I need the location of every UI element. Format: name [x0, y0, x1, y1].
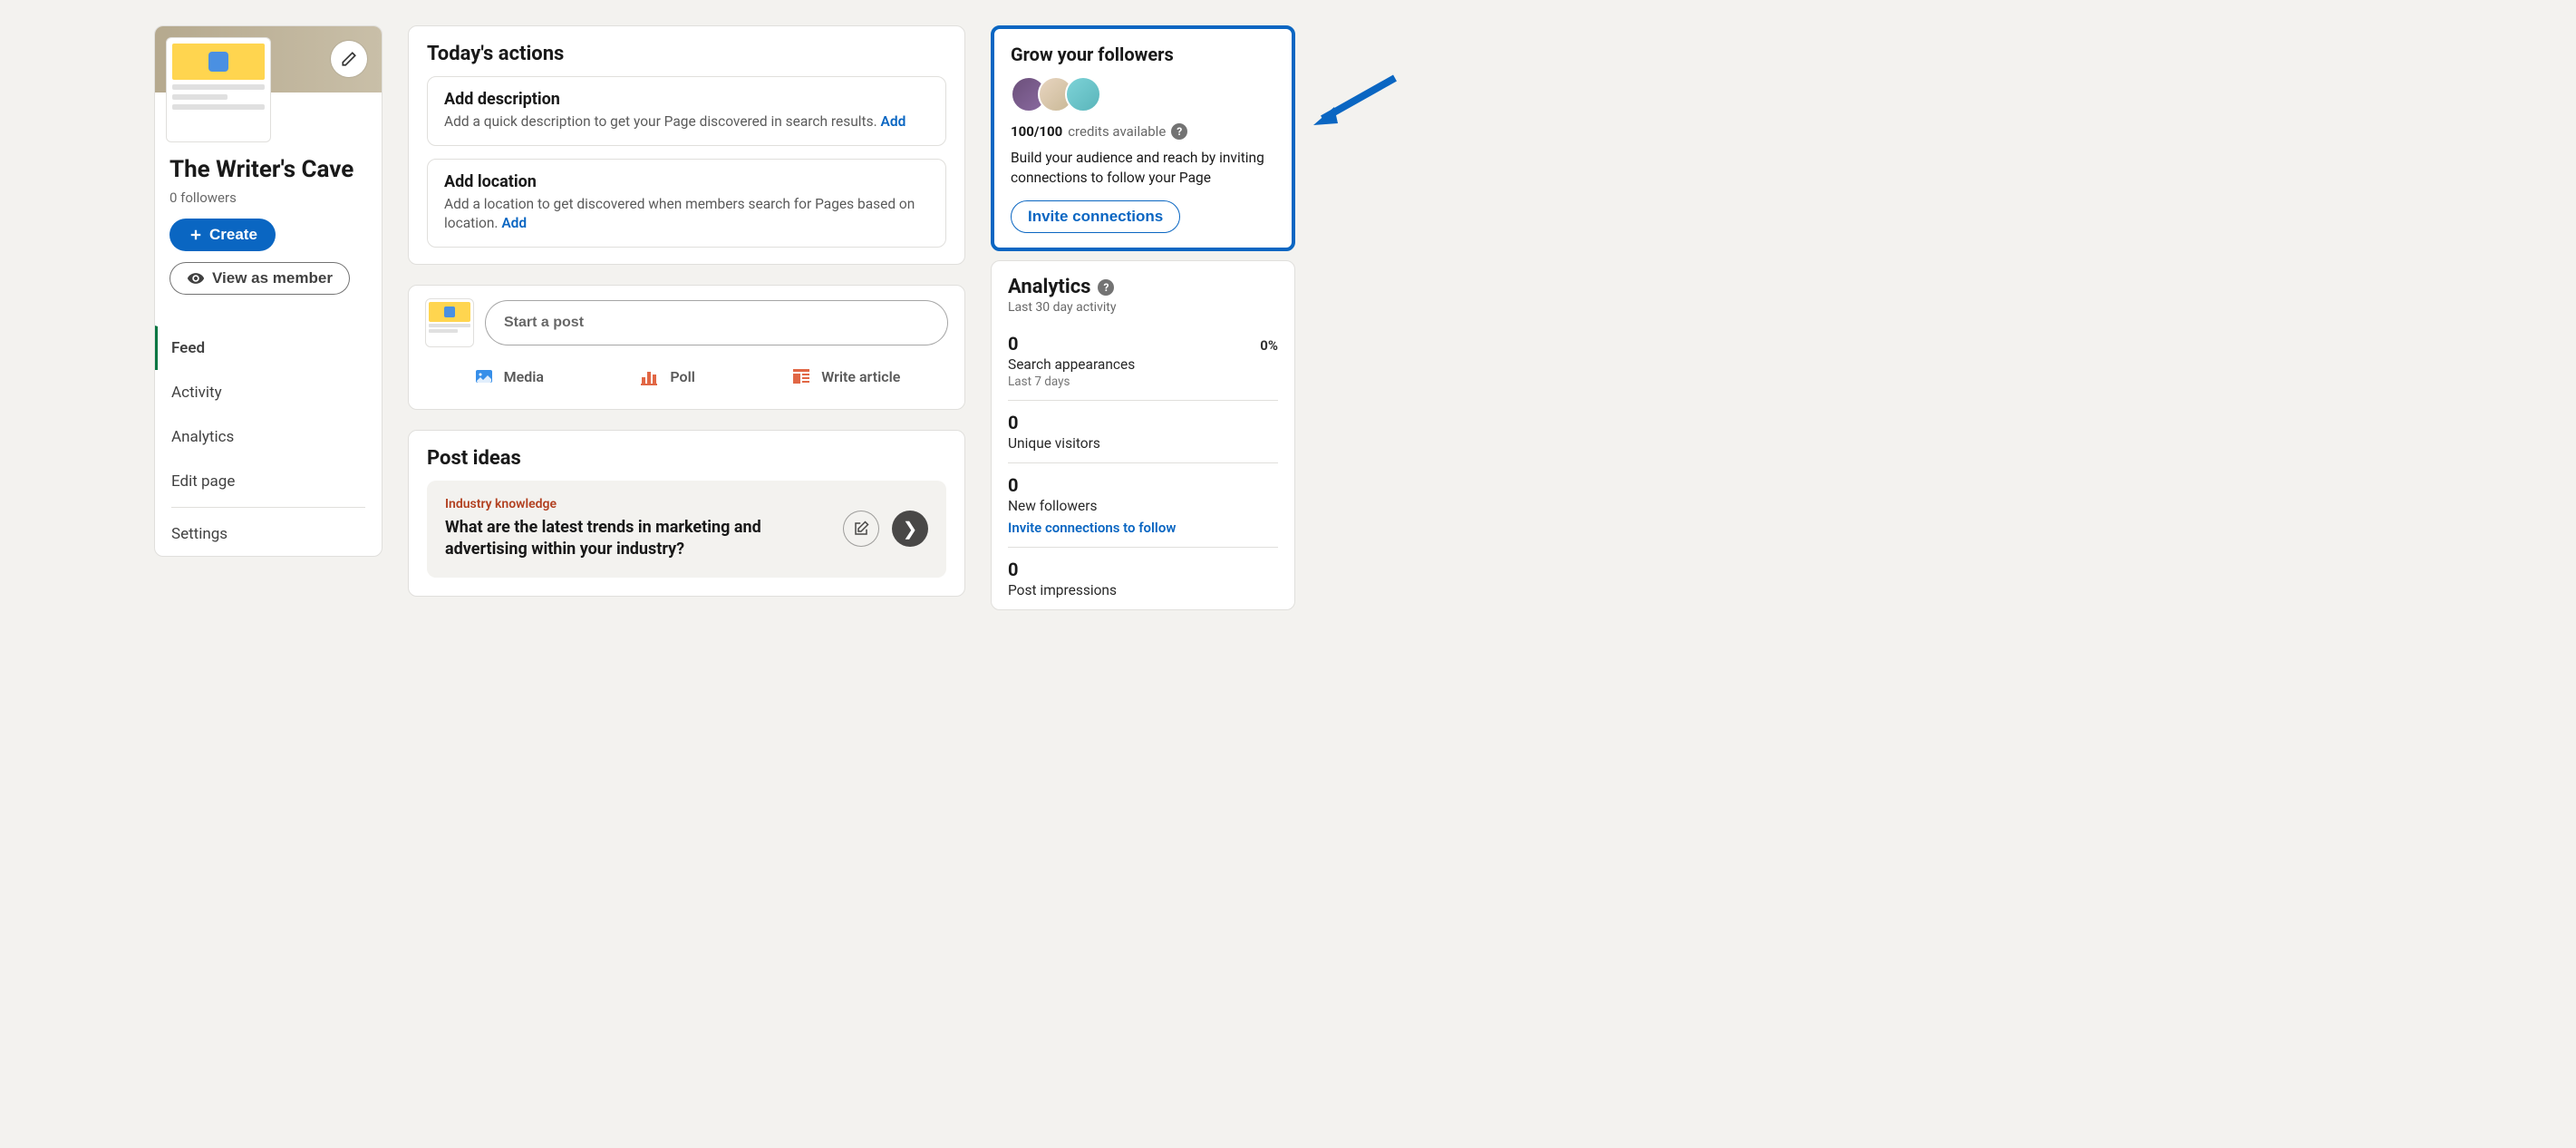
callout-arrow-icon: [1309, 69, 1399, 132]
followers-count: 0 followers: [169, 190, 367, 206]
stat-label: New followers: [1008, 498, 1278, 514]
page-title: The Writer's Cave: [169, 156, 367, 184]
action-add-location[interactable]: Add location Add a location to get disco…: [427, 159, 946, 248]
add-location-link[interactable]: Add: [501, 215, 527, 231]
todays-actions-title: Today's actions: [427, 43, 946, 65]
todays-actions-card: Today's actions Add description Add a qu…: [408, 25, 965, 265]
action-title: Add description: [444, 90, 929, 109]
stat-post-impressions[interactable]: 0 Post impressions: [1008, 548, 1278, 609]
stat-unique-visitors[interactable]: 0 Unique visitors: [1008, 401, 1278, 463]
post-ideas-title: Post ideas: [427, 447, 946, 470]
start-post-button[interactable]: Start a post: [485, 300, 948, 345]
analytics-subtitle: Last 30 day activity: [1008, 300, 1278, 315]
grow-title: Grow your followers: [1011, 44, 1275, 65]
start-post-card: Start a post Media Poll Write article: [408, 285, 965, 410]
profile-card: The Writer's Cave 0 followers Create Vie…: [154, 25, 383, 557]
stat-value: 0: [1008, 412, 1278, 433]
stat-value: 0: [1008, 559, 1278, 580]
compose-idea-button[interactable]: [843, 511, 879, 547]
avatar: [1065, 76, 1101, 112]
stat-value: 0: [1008, 474, 1278, 496]
nav-settings[interactable]: Settings: [155, 511, 382, 556]
invite-to-follow-link[interactable]: Invite connections to follow: [1008, 520, 1176, 536]
grow-followers-card: Grow your followers 100/100 credits avai…: [991, 25, 1295, 251]
action-desc: Add a quick description to get your Page…: [444, 112, 929, 132]
analytics-card: Analytics ? Last 30 day activity 0 0% Se…: [991, 260, 1295, 610]
media-button[interactable]: Media: [460, 356, 557, 396]
action-title: Add location: [444, 172, 929, 191]
stat-label: Post impressions: [1008, 582, 1278, 598]
post-author-logo: [425, 298, 474, 347]
action-desc: Add a location to get discovered when me…: [444, 195, 929, 234]
plus-icon: [188, 227, 204, 243]
invite-connections-button[interactable]: Invite connections: [1011, 200, 1180, 233]
create-label: Create: [209, 226, 257, 244]
eye-icon: [187, 269, 205, 287]
add-description-link[interactable]: Add: [881, 113, 906, 130]
edit-cover-button[interactable]: [331, 41, 367, 77]
article-icon: [790, 365, 812, 387]
action-add-description[interactable]: Add description Add a quick description …: [427, 76, 946, 146]
stat-label: Unique visitors: [1008, 435, 1278, 452]
help-icon[interactable]: ?: [1098, 279, 1114, 296]
nav-feed[interactable]: Feed: [155, 326, 382, 370]
poll-button[interactable]: Poll: [626, 356, 708, 396]
help-icon[interactable]: ?: [1171, 123, 1187, 140]
nav-analytics[interactable]: Analytics: [155, 414, 382, 459]
compose-icon: [853, 520, 869, 537]
page-logo[interactable]: [166, 37, 271, 142]
create-button[interactable]: Create: [169, 219, 276, 251]
post-ideas-card: Post ideas Industry knowledge What are t…: [408, 430, 965, 597]
idea-category: Industry knowledge: [445, 497, 830, 511]
stat-sublabel: Last 7 days: [1008, 375, 1278, 389]
view-member-label: View as member: [212, 269, 333, 287]
next-idea-button[interactable]: ❯: [892, 511, 928, 547]
post-idea-item: Industry knowledge What are the latest t…: [427, 481, 946, 578]
stat-value: 0: [1008, 333, 1018, 355]
view-as-member-button[interactable]: View as member: [169, 262, 350, 295]
nav-edit-page[interactable]: Edit page: [155, 459, 382, 503]
stat-new-followers[interactable]: 0 New followers Invite connections to fo…: [1008, 463, 1278, 548]
follower-avatars: [1011, 76, 1275, 112]
chevron-right-icon: ❯: [903, 518, 918, 540]
nav-activity[interactable]: Activity: [155, 370, 382, 414]
grow-description: Build your audience and reach by invitin…: [1011, 149, 1275, 188]
media-icon: [473, 365, 495, 387]
idea-question: What are the latest trends in marketing …: [445, 517, 830, 561]
analytics-title: Analytics: [1008, 276, 1090, 298]
write-article-button[interactable]: Write article: [778, 356, 913, 396]
cover-image: [155, 26, 382, 92]
pencil-icon: [341, 51, 357, 67]
poll-icon: [639, 365, 661, 387]
credits-available: 100/100 credits available ?: [1011, 123, 1275, 140]
stat-search-appearances[interactable]: 0 0% Search appearances Last 7 days: [1008, 322, 1278, 401]
stat-pct: 0%: [1260, 337, 1278, 354]
stat-label: Search appearances: [1008, 356, 1278, 373]
